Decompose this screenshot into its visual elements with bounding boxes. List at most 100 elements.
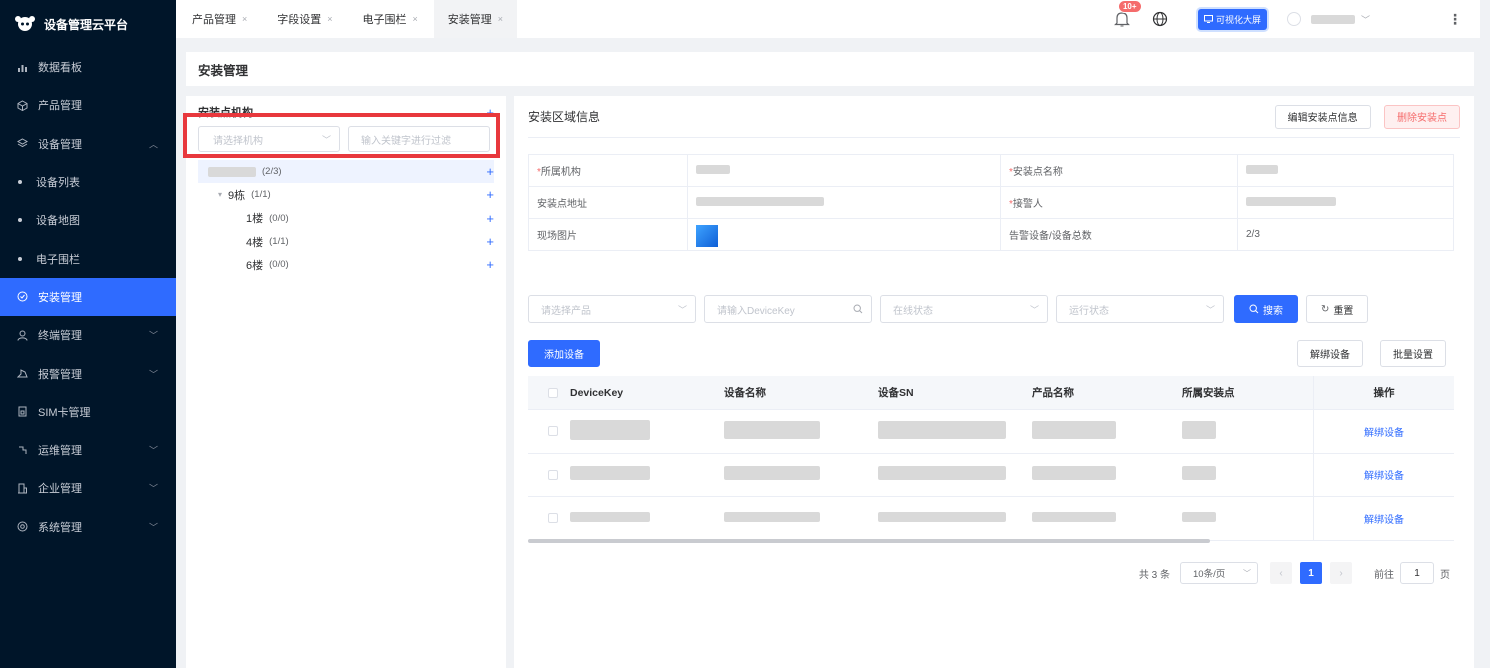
caret-down-icon[interactable]: ▾ [218,190,222,199]
reset-button-label: 重置 [1333,305,1354,317]
unbind-link[interactable]: 解绑设备 [1364,511,1404,526]
logo-icon [15,16,35,31]
close-icon[interactable]: × [498,14,503,24]
globe-icon[interactable] [1152,11,1168,27]
row-checkbox[interactable] [548,513,558,524]
tab-geofence[interactable]: 电子围栏 × [349,0,432,38]
search-icon [1249,304,1259,314]
tree-node[interactable]: 4楼 (1/1) + [198,230,494,253]
sidebar-item-label: SIM卡管理 [38,406,91,419]
chevron-down-icon: ﹀ [1360,14,1370,25]
page-number-current[interactable]: 1 [1300,562,1322,584]
unbind-link[interactable]: 解绑设备 [1364,424,1404,439]
tab-product[interactable]: 产品管理 × [178,0,261,38]
header-actions: 10+ 可视化大屏 ﹀ ⋮ [1114,0,1462,38]
goto-page-input[interactable]: 1 [1400,562,1434,584]
unbind-link[interactable]: 解绑设备 [1364,467,1404,482]
add-org-button[interactable]: + [486,105,494,120]
batch-set-button[interactable]: 批量设置 [1380,340,1446,367]
sidebar-item-terminal[interactable]: 终端管理 ﹀ [0,316,176,354]
online-status-select[interactable]: 在线状态 ﹀ [880,295,1048,323]
org-tree: (2/3) + ▾ 9栋 (1/1) + 1楼 (0/0) + 4楼 (1/1)… [198,160,494,276]
row-checkbox[interactable] [548,469,558,480]
panel-title: 安装点机构 [198,107,253,119]
sidebar-item-enterprise[interactable]: 企业管理 ﹀ [0,469,176,507]
username-redacted [1310,14,1355,24]
search-button[interactable]: 搜索 [1234,295,1298,323]
close-icon[interactable]: × [242,14,247,24]
node-label: 9栋 [228,189,246,202]
device-name-redacted [724,511,820,522]
sidebar-item-product[interactable]: 产品管理 [0,86,176,124]
prev-page-button[interactable]: ‹ [1270,562,1292,584]
unbind-device-button[interactable]: 解绑设备 [1297,340,1363,367]
tree-node[interactable]: 1楼 (0/0) + [198,207,494,230]
sidebar-item-sim[interactable]: SIM卡管理 [0,393,176,431]
tab-label: 安装管理 [447,14,492,26]
reset-button[interactable]: ↻ 重置 [1306,295,1369,323]
chevron-down-icon: ﹀ [321,134,331,145]
tree-node[interactable]: ▾ 9栋 (1/1) + [198,183,494,206]
notification-bell[interactable]: 10+ [1114,0,1142,28]
product-select[interactable]: 请选择产品 ﹀ [528,295,696,323]
tree-node[interactable]: 6楼 (0/0) + [198,253,494,276]
filter-placeholder: 输入关键字进行过滤 [361,135,451,147]
goto-suffix: 页 [1440,569,1450,581]
edit-install-point-button[interactable]: 编辑安装点信息 [1274,104,1371,129]
add-child-button[interactable]: + [486,187,494,202]
page-size-select[interactable]: 10条/页 ﹀ [1180,562,1258,584]
site-photo-thumbnail[interactable] [696,224,718,247]
point-name-value [1237,154,1454,187]
sidebar-item-ops[interactable]: 运维管理 ﹀ [0,431,176,469]
org-select[interactable]: 请选择机构 ﹀ [198,126,340,152]
user-menu[interactable]: ﹀ [1286,12,1370,26]
tab-fields[interactable]: 字段设置 × [263,0,346,38]
col-install-point: 所属安装点 [1182,387,1235,399]
app-logo[interactable]: 设备管理云平台 [0,0,176,48]
tab-install[interactable]: 安装管理 × [433,0,518,38]
app-title: 设备管理云平台 [44,17,129,32]
add-child-button[interactable]: + [486,164,494,179]
sidebar-item-label: 设备列表 [36,177,80,190]
close-icon[interactable]: × [327,14,332,24]
product-name-redacted [1032,511,1116,522]
tree-filter-input[interactable]: 输入关键字进行过滤 [348,126,490,152]
select-all-checkbox[interactable] [548,387,558,398]
devicekey-input[interactable]: 请输入DeviceKey [704,295,872,323]
col-device-name: 设备名称 [724,387,766,399]
add-child-button[interactable]: + [486,257,494,272]
tree-node-root[interactable]: (2/3) + [198,160,494,184]
sidebar-item-install[interactable]: 安装管理 [0,277,176,317]
device-sn-redacted [878,420,1006,439]
gear-icon [16,521,28,533]
add-child-button[interactable]: + [486,211,494,226]
sidebar-item-system[interactable]: 系统管理 ﹀ [0,508,176,546]
delete-install-point-button[interactable]: 删除安装点 [1384,104,1460,129]
sidebar-item-device[interactable]: 设备管理 ︿ [0,125,176,163]
sidebar-item-geofence[interactable]: 电子围栏 [0,239,176,277]
device-table: DeviceKey 设备名称 设备SN 产品名称 所属安装点 操作 解绑设备 解… [528,376,1454,541]
pagination: 共 3 条 10条/页 ﹀ ‹ 1 › 前往 1 页 [1139,562,1450,584]
visual-screen-button[interactable]: 可视化大屏 [1197,8,1267,30]
node-name-redacted [208,166,256,177]
visual-screen-label: 可视化大屏 [1215,14,1261,25]
sidebar-item-device-map[interactable]: 设备地图 [0,201,176,239]
add-device-button[interactable]: 添加设备 [528,340,600,367]
sidebar-item-device-list[interactable]: 设备列表 [0,163,176,201]
sidebar-item-alarm[interactable]: 报警管理 ﹀ [0,354,176,392]
add-child-button[interactable]: + [486,234,494,249]
sidebar-item-dashboard[interactable]: 数据看板 [0,48,176,86]
row-checkbox[interactable] [548,426,558,437]
run-status-select[interactable]: 运行状态 ﹀ [1056,295,1224,323]
bullet-icon [18,180,22,185]
node-count: (2/3) [262,166,282,178]
more-icon[interactable]: ⋮ [1448,11,1462,28]
layers-icon [16,138,28,150]
search-icon [853,304,863,314]
goto-prefix: 前往 [1374,569,1394,581]
close-icon[interactable]: × [413,14,418,24]
next-page-button[interactable]: › [1330,562,1352,584]
org-tree-panel: 安装点机构 + 请选择机构 ﹀ 输入关键字进行过滤 (2/3) + ▾ 9栋 (… [186,96,506,668]
table-horizontal-scrollbar[interactable] [528,539,1210,543]
sidebar-item-label: 运维管理 [38,445,82,458]
